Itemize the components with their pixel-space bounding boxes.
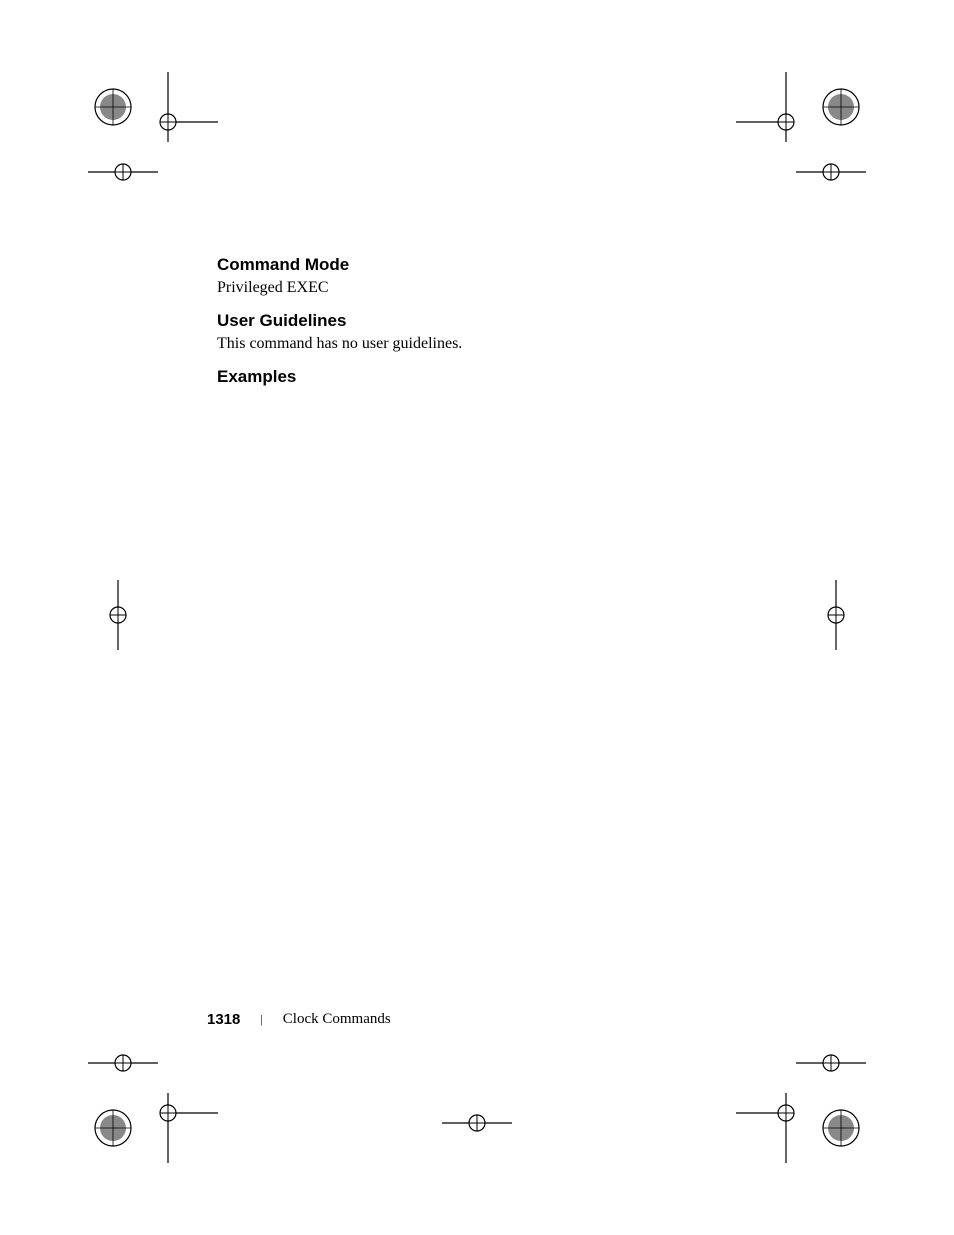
registration-mark-icon [88, 1103, 138, 1153]
crop-mark-icon [88, 142, 158, 202]
crop-mark-icon [796, 1033, 866, 1093]
command-mode-heading: Command Mode [217, 255, 757, 275]
page-footer: 1318 | Clock Commands [207, 1011, 391, 1028]
page-content: Command Mode Privileged EXEC User Guidel… [217, 255, 757, 391]
crop-mark-icon [88, 1033, 158, 1093]
registration-mark-icon [88, 82, 138, 132]
crop-mark-icon [796, 142, 866, 202]
footer-section-title: Clock Commands [283, 1011, 391, 1028]
registration-mark-icon [816, 1103, 866, 1153]
examples-heading: Examples [217, 367, 757, 387]
registration-mark-icon [816, 82, 866, 132]
crop-mark-icon [736, 72, 806, 142]
page-number: 1318 [207, 1011, 240, 1028]
crop-mark-icon [736, 1093, 806, 1163]
user-guidelines-heading: User Guidelines [217, 311, 757, 331]
crop-mark-icon [148, 72, 218, 142]
crop-mark-icon [442, 1103, 512, 1143]
crop-mark-icon [148, 1093, 218, 1163]
crop-mark-icon [806, 580, 866, 650]
crop-mark-icon [88, 580, 148, 650]
user-guidelines-body: This command has no user guidelines. [217, 335, 757, 353]
footer-separator: | [260, 1012, 262, 1027]
command-mode-body: Privileged EXEC [217, 279, 757, 297]
